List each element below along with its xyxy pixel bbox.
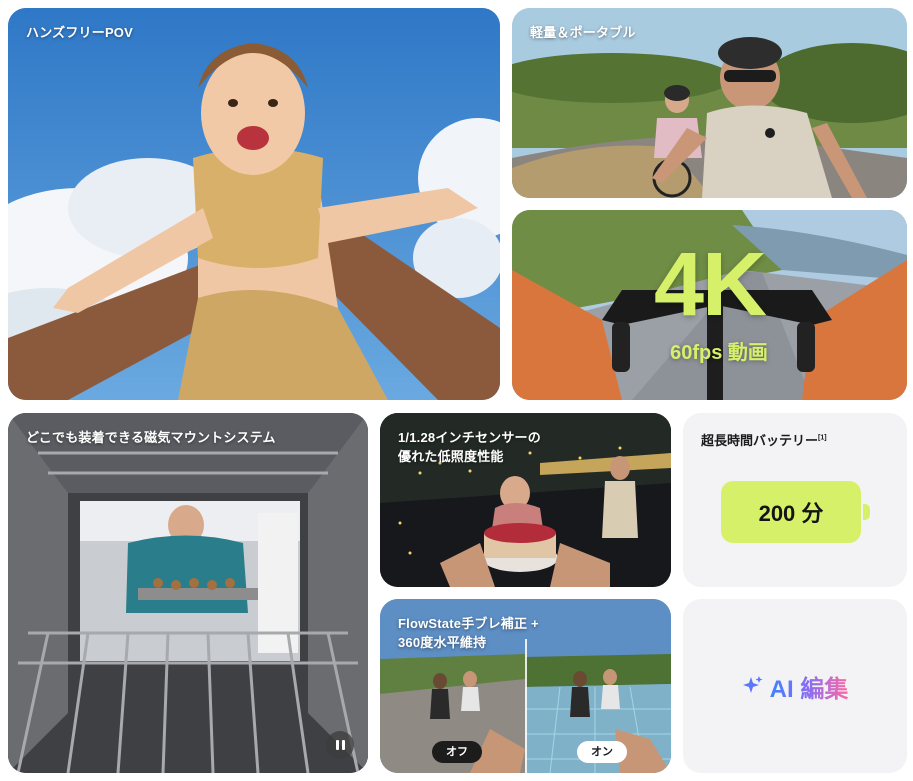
handsfree-photo xyxy=(8,8,500,400)
tile-title: どこでも装着できる磁気マウントシステム xyxy=(26,430,276,445)
comparison-divider xyxy=(525,639,527,773)
tile-title: FlowState手ブレ補正 + 360度水平維持 xyxy=(398,616,539,650)
ai-edit-label: AI 編集 xyxy=(770,669,849,704)
video-4k-tile[interactable]: 4K 60fps 動画 xyxy=(512,210,907,400)
battery-duration: 200 分 xyxy=(758,501,824,526)
tile-title: 軽量＆ポータブル xyxy=(530,25,636,40)
handsfree-pov-tile[interactable]: ハンズフリーPOV xyxy=(8,8,500,400)
battery-tile[interactable]: 超長時間バッテリー[1] 200 分 xyxy=(683,413,907,587)
stabilization-off-badge: オフ xyxy=(432,741,482,763)
pause-icon xyxy=(335,740,339,750)
sparkle-icon xyxy=(742,676,763,693)
low-light-tile[interactable]: 1/1.28インチセンサーの 優れた低照度性能 xyxy=(380,413,671,587)
battery-title-text: 超長時間バッテリー xyxy=(701,433,819,448)
resolution-headline: 4K xyxy=(654,235,767,335)
portable-tile[interactable]: 軽量＆ポータブル xyxy=(512,8,907,198)
oven-pov-photo xyxy=(8,413,368,773)
framerate-text: 60fps 動画 xyxy=(670,342,768,364)
ai-label-wrap: AI 編集 xyxy=(683,599,907,773)
battery-terminal xyxy=(863,504,870,520)
stabilization-on-badge: オン xyxy=(577,741,627,763)
tile-title: 1/1.28インチセンサーの 優れた低照度性能 xyxy=(398,430,541,464)
battery-title: 超長時間バッテリー[1] xyxy=(701,430,827,449)
flowstate-tile[interactable]: FlowState手ブレ補正 + 360度水平維持 オフ オン xyxy=(380,599,671,773)
pause-button[interactable] xyxy=(326,731,354,759)
ai-editing-tile[interactable]: AI 編集 xyxy=(683,599,907,773)
footnote-marker: [1] xyxy=(818,434,827,442)
magnetic-mount-tile[interactable]: どこでも装着できる磁気マウントシステム xyxy=(8,413,368,773)
tile-title: ハンズフリーPOV xyxy=(26,25,133,40)
battery-icon: 200 分 xyxy=(721,481,861,543)
